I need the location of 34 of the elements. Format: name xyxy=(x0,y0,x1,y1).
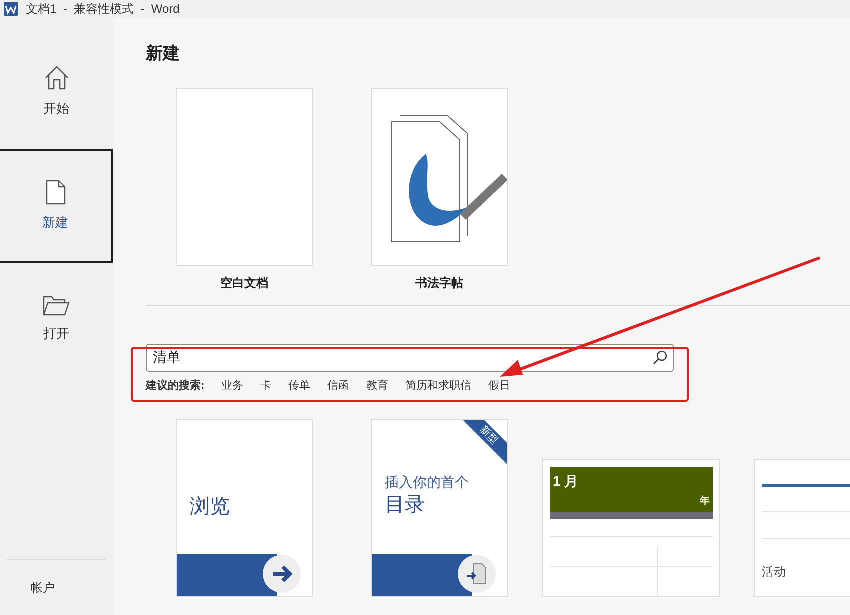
template-thumbnail[interactable]: 浏览 xyxy=(176,418,313,596)
suggestion-link[interactable]: 教育 xyxy=(366,378,389,394)
template-thumbnail[interactable] xyxy=(176,88,313,266)
template-label: 空白文档 xyxy=(220,275,268,292)
suggestion-link[interactable]: 业务 xyxy=(222,378,244,394)
search-field[interactable]: 清单 xyxy=(146,344,674,372)
suggestion-link[interactable]: 简历和求职信 xyxy=(406,378,472,394)
template-thumbnail[interactable]: 活动 xyxy=(754,458,850,596)
card-caption: 活动 xyxy=(762,564,786,580)
suggestion-link[interactable]: 信函 xyxy=(328,378,350,394)
sidebar-item[interactable]: 新建 xyxy=(0,149,113,263)
template-thumbnail[interactable]: 1 月 年 xyxy=(542,458,720,596)
template-label: 书法字帖 xyxy=(416,275,464,292)
search-icon[interactable] xyxy=(652,350,668,366)
page-heading: 新建 xyxy=(146,43,181,65)
sidebar-item[interactable]: 开始 xyxy=(0,35,113,149)
suggestion-link[interactable]: 卡 xyxy=(260,378,272,394)
account-link[interactable]: 帐户 xyxy=(31,578,55,596)
document-icon xyxy=(46,180,66,205)
card-subtitle: 插入你的首个 xyxy=(385,472,469,492)
home-icon xyxy=(44,65,70,92)
suggestion-link[interactable]: 假日 xyxy=(488,378,511,394)
sidebar-item[interactable]: 打开 xyxy=(0,263,113,377)
template-thumbnail[interactable]: 插入你的首个 目录 新型 xyxy=(371,418,508,596)
window-title: 文档1 - 兼容性模式 - Word xyxy=(26,1,180,18)
card-title: 目录 xyxy=(385,492,425,518)
template-thumbnail[interactable] xyxy=(371,88,508,266)
suggestion-link[interactable]: 传单 xyxy=(288,378,311,394)
card-title: 浏览 xyxy=(190,494,230,520)
suggestions-label: 建议的搜索: xyxy=(146,378,205,394)
month-label: 1 月 xyxy=(553,472,579,488)
year-label: 年 xyxy=(700,496,710,508)
folder-icon xyxy=(43,296,70,316)
app-icon xyxy=(4,2,18,16)
